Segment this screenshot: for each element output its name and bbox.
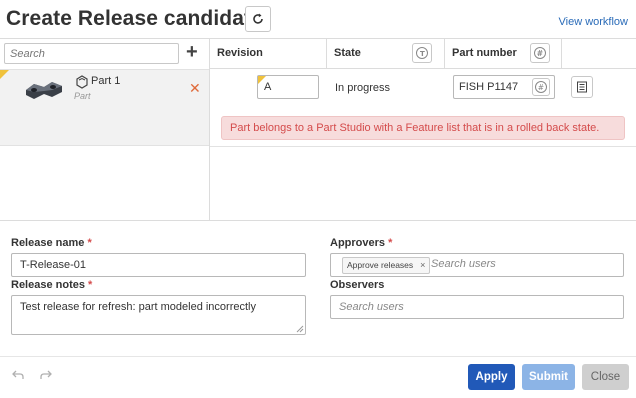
document-icon	[577, 81, 587, 93]
release-items-table: + Part 1 Part ✕ Revision State	[0, 38, 636, 221]
items-list-panel: + Part 1 Part ✕	[0, 39, 210, 221]
part-name: Part 1	[91, 75, 121, 87]
add-item-button[interactable]: +	[186, 41, 198, 63]
redo-icon[interactable]	[40, 370, 52, 380]
column-header-state: State T	[327, 39, 445, 68]
approver-chip: Approve releases ×	[342, 257, 431, 274]
footer-divider	[0, 356, 636, 357]
refresh-icon	[253, 13, 263, 24]
generate-part-number-button[interactable]: #	[530, 43, 550, 63]
part-type: Part	[74, 91, 91, 101]
header-divider	[210, 68, 636, 69]
properties-button[interactable]	[571, 76, 593, 98]
column-header-part-number: Part number #	[445, 39, 562, 68]
warning-flag	[258, 76, 266, 84]
column-header-revision: Revision	[210, 39, 327, 68]
submit-button[interactable]: Submit	[522, 364, 575, 390]
observers-label: Observers	[330, 279, 385, 291]
hash-icon: #	[534, 47, 546, 59]
part-thumbnail	[26, 82, 62, 99]
approvers-field[interactable]: Approve releases × Search users	[330, 253, 624, 277]
view-workflow-link[interactable]: View workflow	[559, 16, 629, 28]
approvers-label: Approvers *	[330, 237, 393, 249]
state-info-button[interactable]: T	[412, 43, 432, 63]
observers-search-input[interactable]: Search users	[330, 295, 624, 319]
row-divider	[210, 146, 636, 147]
remove-item-button[interactable]: ✕	[189, 80, 201, 97]
approvers-search-input[interactable]: Search users	[431, 258, 496, 270]
generate-part-number-row-button[interactable]: #	[532, 78, 550, 96]
release-notes-field[interactable]: Test release for refresh: part modeled i…	[11, 295, 306, 335]
warning-flag	[0, 70, 9, 79]
svg-text:#: #	[537, 49, 543, 58]
search-box[interactable]	[4, 43, 179, 64]
search-input[interactable]	[5, 44, 178, 63]
part-icon	[76, 75, 88, 89]
close-icon: ✕	[189, 80, 201, 96]
release-name-label: Release name *	[11, 237, 92, 249]
list-item[interactable]: Part 1 Part ✕	[0, 69, 209, 146]
resize-handle-icon[interactable]	[296, 325, 304, 333]
revision-field[interactable]: A	[257, 75, 319, 99]
svg-text:#: #	[538, 83, 544, 92]
plus-icon: +	[186, 41, 198, 63]
state-icon: T	[416, 47, 428, 59]
svg-text:T: T	[420, 50, 425, 58]
dialog-title: Create Release candidate	[6, 7, 263, 30]
apply-button[interactable]: Apply	[468, 364, 515, 390]
error-message: Part belongs to a Part Studio with a Fea…	[221, 116, 625, 140]
part-number-field[interactable]: FISH P1147 #	[453, 75, 555, 99]
remove-chip-icon[interactable]: ×	[420, 258, 425, 273]
undo-icon[interactable]	[12, 370, 24, 380]
release-name-field[interactable]: T-Release-01	[11, 253, 306, 277]
hash-icon: #	[535, 81, 547, 93]
state-value: In progress	[335, 82, 391, 94]
release-notes-label: Release notes *	[11, 279, 93, 291]
close-button[interactable]: Close	[582, 364, 629, 390]
refresh-button[interactable]	[245, 6, 271, 32]
